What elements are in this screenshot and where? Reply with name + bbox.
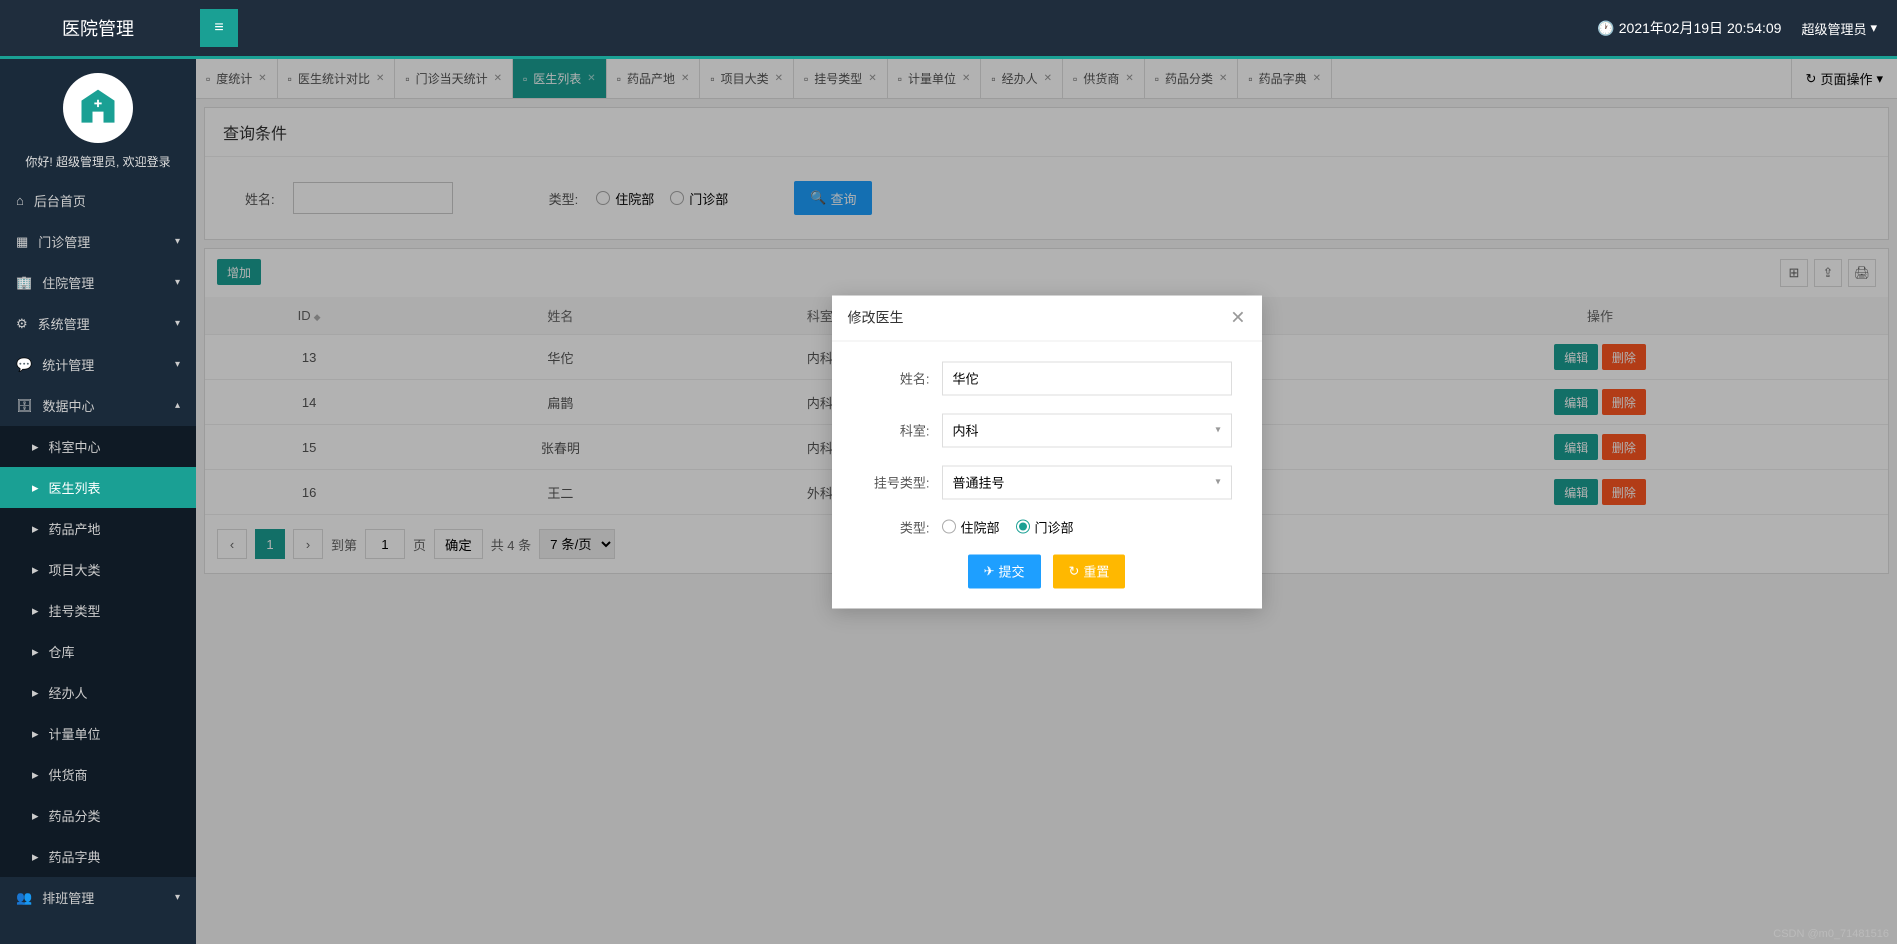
form-reg-label: 挂号类型: <box>862 473 942 492</box>
doc-icon: ▸ <box>32 685 39 701</box>
hamburger-icon: ≡ <box>214 19 223 37</box>
sidebar-subitem-0[interactable]: ▸科室中心 <box>0 426 196 467</box>
radio-icon <box>942 520 956 534</box>
form-name-input[interactable] <box>942 361 1232 395</box>
doc-icon: ▸ <box>32 439 39 455</box>
menu-toggle-button[interactable]: ≡ <box>200 9 238 47</box>
sidebar-menu: ⌂后台首页▦门诊管理🏢住院管理⚙系统管理💬统计管理🗄数据中心▸科室中心▸医生列表… <box>0 180 196 918</box>
edit-doctor-dialog: 修改医生 ✕ 姓名: 科室: 内科 挂号类型: 普通挂号 类型: <box>832 295 1262 608</box>
chevron-down-icon: ▾ <box>1870 20 1877 36</box>
submit-button[interactable]: ✈提交 <box>968 554 1041 588</box>
reset-button[interactable]: ↻重置 <box>1053 554 1126 588</box>
form-type-label: 类型: <box>862 517 942 536</box>
cal-icon: 👥 <box>16 890 32 906</box>
doc-icon: ▸ <box>32 521 39 537</box>
sidebar-item-2[interactable]: 🏢住院管理 <box>0 262 196 303</box>
chat-icon: 💬 <box>16 357 32 373</box>
hospital-icon <box>76 86 120 130</box>
radio-icon <box>1016 520 1030 534</box>
home-icon: ⌂ <box>16 193 24 208</box>
brand-title: 医院管理 <box>0 15 196 41</box>
db-icon: 🗄 <box>16 398 33 414</box>
sidebar-subitem-2[interactable]: ▸药品产地 <box>0 508 196 549</box>
dialog-body: 姓名: 科室: 内科 挂号类型: 普通挂号 类型: 住院部 门诊部 <box>832 341 1262 608</box>
sidebar-item-0[interactable]: ⌂后台首页 <box>0 180 196 221</box>
sidebar-subitem-7[interactable]: ▸计量单位 <box>0 713 196 754</box>
sidebar-item-1[interactable]: ▦门诊管理 <box>0 221 196 262</box>
user-menu[interactable]: 超级管理员 ▾ <box>1801 19 1877 38</box>
gear-icon: ⚙ <box>16 316 28 332</box>
doc-icon: ▸ <box>32 808 39 824</box>
doc-icon: ▸ <box>32 480 39 496</box>
dialog-header: 修改医生 ✕ <box>832 295 1262 341</box>
avatar <box>63 73 133 143</box>
form-dept-label: 科室: <box>862 421 942 440</box>
sidebar-subitem-1[interactable]: ▸医生列表 <box>0 467 196 508</box>
form-radio-inpatient[interactable]: 住院部 <box>942 517 1000 536</box>
sidebar-subitem-8[interactable]: ▸供货商 <box>0 754 196 795</box>
form-reg-select[interactable]: 普通挂号 <box>942 465 1232 499</box>
doc-icon: ▸ <box>32 603 39 619</box>
sidebar-trailing-0[interactable]: 👥排班管理 <box>0 877 196 918</box>
doc-icon: ▸ <box>32 767 39 783</box>
close-icon[interactable]: ✕ <box>1230 307 1245 328</box>
doc-icon: ▸ <box>32 726 39 742</box>
avatar-box: 你好! 超级管理员, 欢迎登录 <box>0 59 196 180</box>
sidebar-item-4[interactable]: 💬统计管理 <box>0 344 196 385</box>
refresh-icon: ↻ <box>1069 563 1080 579</box>
sidebar-subitem-10[interactable]: ▸药品字典 <box>0 836 196 877</box>
form-dept-select[interactable]: 内科 <box>942 413 1232 447</box>
sidebar-subitem-9[interactable]: ▸药品分类 <box>0 795 196 836</box>
header-right: 🕐 2021年02月19日 20:54:09 超级管理员 ▾ <box>1597 18 1897 38</box>
sidebar-item-5[interactable]: 🗄数据中心 <box>0 385 196 426</box>
form-name-label: 姓名: <box>862 369 942 388</box>
sidebar-subitem-5[interactable]: ▸仓库 <box>0 631 196 672</box>
clock-icon: 🕐 <box>1597 20 1614 37</box>
building-icon: 🏢 <box>16 275 32 291</box>
main-area: ▫度统计✕▫医生统计对比✕▫门诊当天统计✕▫医生列表✕▫药品产地✕▫项目大类✕▫… <box>196 56 1897 944</box>
sidebar-subitem-3[interactable]: ▸项目大类 <box>0 549 196 590</box>
top-header: 医院管理 ≡ 🕐 2021年02月19日 20:54:09 超级管理员 ▾ <box>0 0 1897 56</box>
clock-text: 2021年02月19日 20:54:09 <box>1619 18 1782 38</box>
form-radio-outpatient[interactable]: 门诊部 <box>1016 517 1074 536</box>
form-type-radios: 住院部 门诊部 <box>942 517 1074 536</box>
doc-icon: ▸ <box>32 562 39 578</box>
dialog-title: 修改医生 <box>848 308 904 328</box>
send-icon: ✈ <box>984 563 995 579</box>
sidebar: 你好! 超级管理员, 欢迎登录 ⌂后台首页▦门诊管理🏢住院管理⚙系统管理💬统计管… <box>0 56 196 944</box>
grid-icon: ▦ <box>16 234 28 250</box>
greeting-text: 你好! 超级管理员, 欢迎登录 <box>0 153 196 170</box>
dialog-actions: ✈提交 ↻重置 <box>862 554 1232 588</box>
doc-icon: ▸ <box>32 644 39 660</box>
doc-icon: ▸ <box>32 849 39 865</box>
sidebar-subitem-4[interactable]: ▸挂号类型 <box>0 590 196 631</box>
clock-display: 🕐 2021年02月19日 20:54:09 <box>1597 18 1781 38</box>
user-name: 超级管理员 <box>1801 19 1866 38</box>
sidebar-item-3[interactable]: ⚙系统管理 <box>0 303 196 344</box>
sidebar-subitem-6[interactable]: ▸经办人 <box>0 672 196 713</box>
